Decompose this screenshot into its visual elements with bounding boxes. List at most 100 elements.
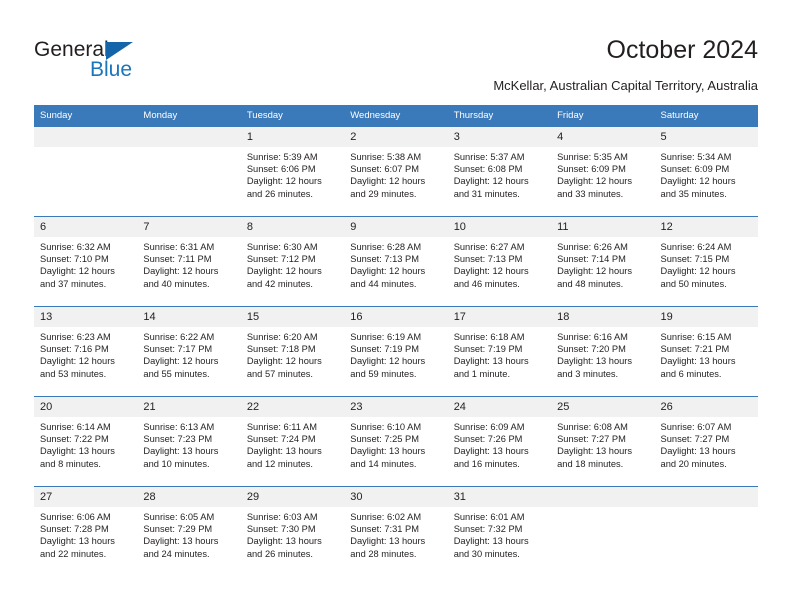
day-cell[interactable]: 30 Sunrise: 6:02 AM Sunset: 7:31 PM Dayl… bbox=[344, 486, 448, 576]
daylight-text2: and 24 minutes. bbox=[143, 548, 210, 559]
day-cell[interactable]: 22 Sunrise: 6:11 AM Sunset: 7:24 PM Dayl… bbox=[240, 396, 345, 487]
sunset-text: Sunset: 7:25 PM bbox=[350, 434, 419, 445]
day-cell[interactable]: 31 Sunrise: 6:01 AM Sunset: 7:32 PM Dayl… bbox=[447, 486, 552, 576]
day-cell[interactable]: 26 Sunrise: 6:07 AM Sunset: 7:27 PM Dayl… bbox=[654, 396, 758, 487]
day-number: 19 bbox=[654, 307, 758, 327]
general-blue-logo[interactable]: General Blue bbox=[34, 38, 234, 90]
daylight-text2: and 35 minutes. bbox=[660, 188, 727, 199]
day-cell[interactable]: 7 Sunrise: 6:31 AM Sunset: 7:11 PM Dayli… bbox=[137, 216, 241, 307]
day-details bbox=[551, 507, 654, 511]
daylight-text2: and 46 minutes. bbox=[453, 278, 520, 289]
daylight-text: Daylight: 13 hours bbox=[660, 356, 736, 367]
calendar-head: Sunday Monday Tuesday Wednesday Thursday… bbox=[34, 105, 758, 127]
day-cell[interactable]: 12 Sunrise: 6:24 AM Sunset: 7:15 PM Dayl… bbox=[654, 216, 758, 307]
day-cell[interactable]: 11 Sunrise: 6:26 AM Sunset: 7:14 PM Dayl… bbox=[551, 216, 655, 307]
day-details: Sunrise: 6:09 AM Sunset: 7:26 PM Dayligh… bbox=[448, 417, 551, 470]
day-cell[interactable]: 8 Sunrise: 6:30 AM Sunset: 7:12 PM Dayli… bbox=[240, 216, 345, 307]
sunset-text: Sunset: 7:13 PM bbox=[453, 254, 523, 265]
daylight-text: Daylight: 12 hours bbox=[453, 176, 529, 187]
day-cell[interactable]: 3 Sunrise: 5:37 AM Sunset: 6:08 PM Dayli… bbox=[447, 126, 552, 217]
page-subtitle: McKellar, Australian Capital Territory, … bbox=[493, 78, 758, 93]
week-row: 1 Sunrise: 5:39 AM Sunset: 6:06 PM Dayli… bbox=[34, 126, 758, 217]
day-cell[interactable] bbox=[654, 486, 758, 576]
daylight-text: Daylight: 12 hours bbox=[246, 356, 322, 367]
sunrise-text: Sunrise: 5:37 AM bbox=[453, 152, 525, 162]
daylight-text2: and 55 minutes. bbox=[143, 368, 210, 379]
weekday-header-thursday: Thursday bbox=[447, 105, 552, 127]
sunrise-text: Sunrise: 6:03 AM bbox=[246, 512, 318, 522]
day-cell[interactable] bbox=[551, 486, 655, 576]
daylight-text: Daylight: 13 hours bbox=[40, 446, 115, 457]
daylight-text2: and 6 minutes. bbox=[660, 368, 722, 379]
weekday-header-tuesday: Tuesday bbox=[240, 105, 345, 127]
day-cell[interactable]: 5 Sunrise: 5:34 AM Sunset: 6:09 PM Dayli… bbox=[654, 126, 758, 217]
sunrise-text: Sunrise: 5:34 AM bbox=[660, 152, 732, 162]
daylight-text: Daylight: 13 hours bbox=[557, 446, 633, 457]
day-cell[interactable] bbox=[34, 126, 138, 217]
day-cell[interactable]: 20 Sunrise: 6:14 AM Sunset: 7:22 PM Dayl… bbox=[34, 396, 138, 487]
daylight-text2: and 37 minutes. bbox=[40, 278, 107, 289]
day-number: 20 bbox=[34, 397, 138, 417]
day-number: 31 bbox=[447, 487, 552, 507]
day-number: 25 bbox=[551, 397, 655, 417]
day-cell[interactable] bbox=[137, 126, 241, 217]
day-cell[interactable]: 29 Sunrise: 6:03 AM Sunset: 7:30 PM Dayl… bbox=[240, 486, 345, 576]
day-cell[interactable]: 16 Sunrise: 6:19 AM Sunset: 7:19 PM Dayl… bbox=[344, 306, 448, 397]
sunset-text: Sunset: 7:24 PM bbox=[246, 434, 316, 445]
day-cell[interactable]: 6 Sunrise: 6:32 AM Sunset: 7:10 PM Dayli… bbox=[34, 216, 138, 307]
daylight-text: Daylight: 12 hours bbox=[350, 176, 426, 187]
day-number: 11 bbox=[551, 217, 655, 237]
day-cell[interactable]: 27 Sunrise: 6:06 AM Sunset: 7:28 PM Dayl… bbox=[34, 486, 138, 576]
daylight-text2: and 29 minutes. bbox=[350, 188, 417, 199]
daylight-text: Daylight: 13 hours bbox=[557, 356, 633, 367]
day-cell[interactable]: 1 Sunrise: 5:39 AM Sunset: 6:06 PM Dayli… bbox=[240, 126, 345, 217]
sunset-text: Sunset: 7:27 PM bbox=[557, 434, 626, 445]
daylight-text2: and 26 minutes. bbox=[246, 548, 313, 559]
day-cell[interactable]: 25 Sunrise: 6:08 AM Sunset: 7:27 PM Dayl… bbox=[551, 396, 655, 487]
day-cell[interactable]: 17 Sunrise: 6:18 AM Sunset: 7:19 PM Dayl… bbox=[447, 306, 552, 397]
day-cell[interactable]: 28 Sunrise: 6:05 AM Sunset: 7:29 PM Dayl… bbox=[137, 486, 241, 576]
sunrise-text: Sunrise: 5:39 AM bbox=[246, 152, 318, 162]
daylight-text2: and 16 minutes. bbox=[453, 458, 520, 469]
daylight-text: Daylight: 12 hours bbox=[453, 266, 529, 277]
sunrise-text: Sunrise: 6:05 AM bbox=[143, 512, 215, 522]
sunrise-text: Sunrise: 6:28 AM bbox=[350, 242, 422, 252]
day-cell[interactable]: 18 Sunrise: 6:16 AM Sunset: 7:20 PM Dayl… bbox=[551, 306, 655, 397]
daylight-text: Daylight: 13 hours bbox=[246, 536, 322, 547]
day-cell[interactable]: 2 Sunrise: 5:38 AM Sunset: 6:07 PM Dayli… bbox=[344, 126, 448, 217]
day-cell[interactable]: 24 Sunrise: 6:09 AM Sunset: 7:26 PM Dayl… bbox=[447, 396, 552, 487]
sunrise-text: Sunrise: 6:10 AM bbox=[350, 422, 422, 432]
day-cell[interactable]: 4 Sunrise: 5:35 AM Sunset: 6:09 PM Dayli… bbox=[551, 126, 655, 217]
sunset-text: Sunset: 6:08 PM bbox=[453, 164, 523, 175]
day-number: 24 bbox=[447, 397, 552, 417]
sunset-text: Sunset: 7:11 PM bbox=[143, 254, 212, 265]
daylight-text: Daylight: 13 hours bbox=[453, 446, 529, 457]
daylight-text2: and 8 minutes. bbox=[40, 458, 101, 469]
sunset-text: Sunset: 7:26 PM bbox=[453, 434, 523, 445]
day-details: Sunrise: 6:18 AM Sunset: 7:19 PM Dayligh… bbox=[448, 327, 551, 380]
sunrise-text: Sunrise: 6:06 AM bbox=[40, 512, 111, 522]
daylight-text: Daylight: 12 hours bbox=[660, 176, 736, 187]
day-cell[interactable]: 13 Sunrise: 6:23 AM Sunset: 7:16 PM Dayl… bbox=[34, 306, 138, 397]
day-number bbox=[551, 487, 655, 507]
sunrise-text: Sunrise: 5:38 AM bbox=[350, 152, 422, 162]
day-cell[interactable]: 21 Sunrise: 6:13 AM Sunset: 7:23 PM Dayl… bbox=[137, 396, 241, 487]
day-details: Sunrise: 6:20 AM Sunset: 7:18 PM Dayligh… bbox=[241, 327, 344, 380]
day-number: 13 bbox=[34, 307, 138, 327]
day-cell[interactable]: 19 Sunrise: 6:15 AM Sunset: 7:21 PM Dayl… bbox=[654, 306, 758, 397]
day-cell[interactable]: 15 Sunrise: 6:20 AM Sunset: 7:18 PM Dayl… bbox=[240, 306, 345, 397]
calendar-body: 1 Sunrise: 5:39 AM Sunset: 6:06 PM Dayli… bbox=[34, 126, 758, 576]
day-cell[interactable]: 23 Sunrise: 6:10 AM Sunset: 7:25 PM Dayl… bbox=[344, 396, 448, 487]
sunset-text: Sunset: 6:07 PM bbox=[350, 164, 419, 175]
day-cell[interactable]: 10 Sunrise: 6:27 AM Sunset: 7:13 PM Dayl… bbox=[447, 216, 552, 307]
day-number: 1 bbox=[240, 127, 345, 147]
day-details bbox=[655, 507, 758, 511]
day-number: 18 bbox=[551, 307, 655, 327]
daylight-text2: and 57 minutes. bbox=[246, 368, 313, 379]
day-cell[interactable]: 14 Sunrise: 6:22 AM Sunset: 7:17 PM Dayl… bbox=[137, 306, 241, 397]
day-cell[interactable]: 9 Sunrise: 6:28 AM Sunset: 7:13 PM Dayli… bbox=[344, 216, 448, 307]
day-number: 22 bbox=[240, 397, 345, 417]
daylight-text2: and 50 minutes. bbox=[660, 278, 727, 289]
sunrise-text: Sunrise: 6:02 AM bbox=[350, 512, 422, 522]
day-details: Sunrise: 5:38 AM Sunset: 6:07 PM Dayligh… bbox=[344, 147, 447, 200]
